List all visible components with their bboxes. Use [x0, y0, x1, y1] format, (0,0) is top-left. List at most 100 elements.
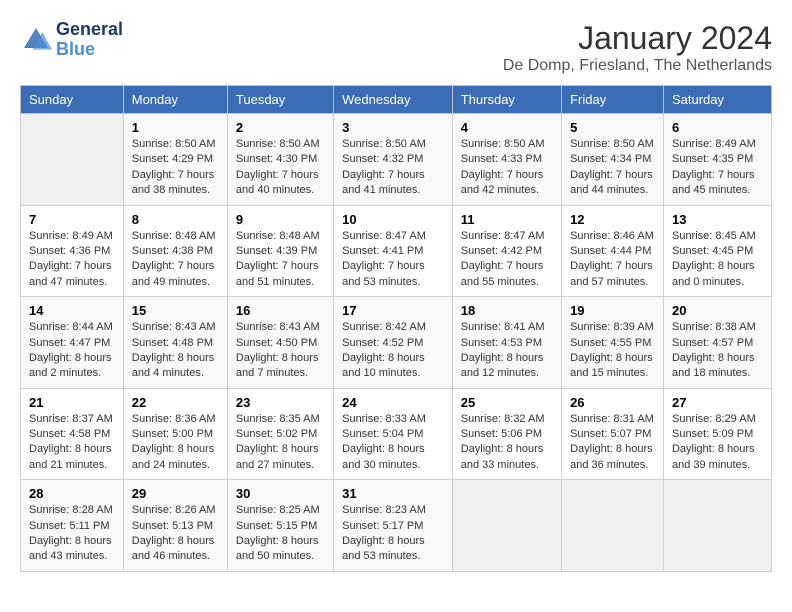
day-info: Sunrise: 8:23 AMSunset: 5:17 PMDaylight:… [342, 503, 444, 565]
day-number: 3 [342, 120, 444, 135]
day-info: Sunrise: 8:28 AMSunset: 5:11 PMDaylight:… [29, 503, 115, 565]
day-number: 20 [672, 303, 763, 318]
calendar-cell: 17 Sunrise: 8:42 AMSunset: 4:52 PMDayligh… [334, 297, 453, 389]
day-info: Sunrise: 8:49 AMSunset: 4:36 PMDaylight:… [29, 229, 115, 291]
day-number: 18 [461, 303, 553, 318]
calendar-cell: 8Sunrise: 8:48 AMSunset: 4:38 PMDaylight… [123, 205, 227, 297]
day-number: 4 [461, 120, 553, 135]
day-number: 13 [672, 212, 763, 227]
calendar-cell: 11 Sunrise: 8:47 AMSunset: 4:42 PMDayligh… [452, 205, 561, 297]
calendar-cell: 1Sunrise: 8:50 AMSunset: 4:29 PMDaylight… [123, 114, 227, 206]
day-number: 29 [132, 486, 219, 501]
day-info: Sunrise: 8:37 AMSunset: 4:58 PMDaylight:… [29, 412, 115, 474]
day-number: 9 [236, 212, 325, 227]
day-number: 16 [236, 303, 325, 318]
day-info: Sunrise: 8:25 AMSunset: 5:15 PMDaylight:… [236, 503, 325, 565]
header-friday: Friday [562, 86, 664, 114]
day-number: 10 [342, 212, 444, 227]
day-number: 30 [236, 486, 325, 501]
calendar-header-row: SundayMondayTuesdayWednesdayThursdayFrid… [21, 86, 772, 114]
day-number: 7 [29, 212, 115, 227]
logo: General Blue [20, 20, 123, 60]
day-number: 11 [461, 212, 553, 227]
calendar-cell: 10 Sunrise: 8:47 AMSunset: 4:41 PMDayligh… [334, 205, 453, 297]
day-info: Sunrise: 8:43 AMSunset: 4:50 PMDaylight:… [236, 320, 325, 382]
calendar-cell: 6 Sunrise: 8:49 AMSunset: 4:35 PMDaylight… [663, 114, 771, 206]
logo-icon [20, 24, 52, 56]
day-info: Sunrise: 8:47 AMSunset: 4:42 PMDaylight:… [461, 229, 553, 291]
calendar-cell: 24Sunrise: 8:33 AMSunset: 5:04 PMDayligh… [334, 388, 453, 480]
day-info: Sunrise: 8:46 AMSunset: 4:44 PMDaylight:… [570, 229, 655, 291]
calendar-cell: 20 Sunrise: 8:38 AMSunset: 4:57 PMDayligh… [663, 297, 771, 389]
day-info: Sunrise: 8:29 AMSunset: 5:09 PMDaylight:… [672, 412, 763, 474]
day-info: Sunrise: 8:48 AMSunset: 4:39 PMDaylight:… [236, 229, 325, 291]
calendar-cell: 28Sunrise: 8:28 AMSunset: 5:11 PMDayligh… [21, 480, 124, 572]
day-number: 15 [132, 303, 219, 318]
week-row-2: 14 Sunrise: 8:44 AMSunset: 4:47 PMDayligh… [21, 297, 772, 389]
calendar-cell: 7 Sunrise: 8:49 AMSunset: 4:36 PMDaylight… [21, 205, 124, 297]
calendar-cell: 19Sunrise: 8:39 AMSunset: 4:55 PMDayligh… [562, 297, 664, 389]
day-info: Sunrise: 8:38 AMSunset: 4:57 PMDaylight:… [672, 320, 763, 382]
day-number: 25 [461, 395, 553, 410]
calendar-cell: 2Sunrise: 8:50 AMSunset: 4:30 PMDaylight… [227, 114, 333, 206]
calendar-cell: 14 Sunrise: 8:44 AMSunset: 4:47 PMDayligh… [21, 297, 124, 389]
day-info: Sunrise: 8:50 AMSunset: 4:34 PMDaylight:… [570, 137, 655, 199]
calendar-cell: 23Sunrise: 8:35 AMSunset: 5:02 PMDayligh… [227, 388, 333, 480]
calendar-cell: 5 Sunrise: 8:50 AMSunset: 4:34 PMDaylight… [562, 114, 664, 206]
calendar-cell [21, 114, 124, 206]
day-number: 14 [29, 303, 115, 318]
calendar-cell: 29Sunrise: 8:26 AMSunset: 5:13 PMDayligh… [123, 480, 227, 572]
day-number: 17 [342, 303, 444, 318]
week-row-0: 1Sunrise: 8:50 AMSunset: 4:29 PMDaylight… [21, 114, 772, 206]
logo-line1: General [56, 20, 123, 40]
day-info: Sunrise: 8:42 AMSunset: 4:52 PMDaylight:… [342, 320, 444, 382]
calendar-cell: 26 Sunrise: 8:31 AMSunset: 5:07 PMDayligh… [562, 388, 664, 480]
day-info: Sunrise: 8:45 AMSunset: 4:45 PMDaylight:… [672, 229, 763, 291]
calendar-cell: 25 Sunrise: 8:32 AMSunset: 5:06 PMDayligh… [452, 388, 561, 480]
day-number: 27 [672, 395, 763, 410]
day-number: 22 [132, 395, 219, 410]
calendar-table: SundayMondayTuesdayWednesdayThursdayFrid… [20, 85, 772, 572]
calendar-cell: 4Sunrise: 8:50 AMSunset: 4:33 PMDaylight… [452, 114, 561, 206]
day-info: Sunrise: 8:50 AMSunset: 4:32 PMDaylight:… [342, 137, 444, 199]
calendar-cell: 18Sunrise: 8:41 AMSunset: 4:53 PMDayligh… [452, 297, 561, 389]
day-info: Sunrise: 8:43 AMSunset: 4:48 PMDaylight:… [132, 320, 219, 382]
day-number: 2 [236, 120, 325, 135]
day-info: Sunrise: 8:44 AMSunset: 4:47 PMDaylight:… [29, 320, 115, 382]
day-number: 8 [132, 212, 219, 227]
header-thursday: Thursday [452, 86, 561, 114]
main-title: January 2024 [503, 20, 772, 57]
calendar-cell: 27 Sunrise: 8:29 AMSunset: 5:09 PMDayligh… [663, 388, 771, 480]
logo-text: General Blue [56, 20, 123, 60]
calendar-cell [562, 480, 664, 572]
logo-line2: Blue [56, 39, 95, 59]
day-number: 19 [570, 303, 655, 318]
day-info: Sunrise: 8:36 AMSunset: 5:00 PMDaylight:… [132, 412, 219, 474]
header-saturday: Saturday [663, 86, 771, 114]
week-row-4: 28Sunrise: 8:28 AMSunset: 5:11 PMDayligh… [21, 480, 772, 572]
day-number: 26 [570, 395, 655, 410]
calendar-cell: 21Sunrise: 8:37 AMSunset: 4:58 PMDayligh… [21, 388, 124, 480]
calendar-cell: 12 Sunrise: 8:46 AMSunset: 4:44 PMDayligh… [562, 205, 664, 297]
week-row-1: 7 Sunrise: 8:49 AMSunset: 4:36 PMDaylight… [21, 205, 772, 297]
header-wednesday: Wednesday [334, 86, 453, 114]
day-info: Sunrise: 8:49 AMSunset: 4:35 PMDaylight:… [672, 137, 763, 199]
day-info: Sunrise: 8:32 AMSunset: 5:06 PMDaylight:… [461, 412, 553, 474]
day-number: 5 [570, 120, 655, 135]
day-number: 24 [342, 395, 444, 410]
calendar-cell: 30 Sunrise: 8:25 AMSunset: 5:15 PMDayligh… [227, 480, 333, 572]
day-info: Sunrise: 8:31 AMSunset: 5:07 PMDaylight:… [570, 412, 655, 474]
calendar-cell: 3 Sunrise: 8:50 AMSunset: 4:32 PMDaylight… [334, 114, 453, 206]
calendar-cell: 31Sunrise: 8:23 AMSunset: 5:17 PMDayligh… [334, 480, 453, 572]
day-info: Sunrise: 8:47 AMSunset: 4:41 PMDaylight:… [342, 229, 444, 291]
week-row-3: 21Sunrise: 8:37 AMSunset: 4:58 PMDayligh… [21, 388, 772, 480]
calendar-cell [663, 480, 771, 572]
calendar-cell: 16 Sunrise: 8:43 AMSunset: 4:50 PMDayligh… [227, 297, 333, 389]
calendar-cell [452, 480, 561, 572]
day-number: 6 [672, 120, 763, 135]
calendar-cell: 13 Sunrise: 8:45 AMSunset: 4:45 PMDayligh… [663, 205, 771, 297]
header-sunday: Sunday [21, 86, 124, 114]
day-number: 12 [570, 212, 655, 227]
title-block: January 2024 De Domp, Friesland, The Net… [503, 20, 772, 75]
day-number: 23 [236, 395, 325, 410]
